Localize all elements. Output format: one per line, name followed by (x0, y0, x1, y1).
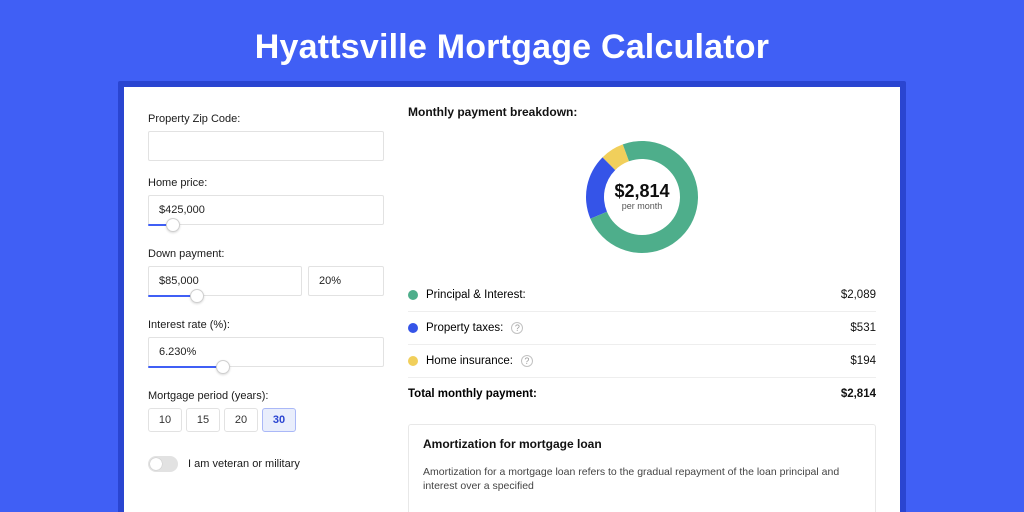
legend-label: Home insurance: (426, 355, 513, 367)
legend-swatch (408, 290, 418, 300)
interest-rate-slider[interactable] (148, 366, 384, 376)
down-payment-slider[interactable] (148, 295, 304, 305)
calculator-card: Property Zip Code: Home price: Down paym… (124, 87, 900, 512)
down-payment-pct-input[interactable] (308, 266, 384, 296)
breakdown-title: Monthly payment breakdown: (408, 105, 876, 119)
period-15-button[interactable]: 15 (186, 408, 220, 432)
interest-rate-label: Interest rate (%): (148, 319, 384, 331)
legend-label: Principal & Interest: (426, 289, 526, 301)
interest-rate-input[interactable] (148, 337, 384, 367)
amortization-title: Amortization for mortgage loan (423, 437, 861, 451)
zip-label: Property Zip Code: (148, 113, 384, 125)
legend-value: $531 (850, 322, 876, 334)
legend-value: $2,089 (841, 289, 876, 301)
donut-slice-1 (586, 157, 615, 218)
mortgage-period-label: Mortgage period (years): (148, 390, 384, 402)
legend-row: Property taxes: ? $531 (408, 312, 876, 345)
veteran-toggle[interactable] (148, 456, 178, 472)
donut-svg: $2,814 per month (578, 133, 706, 261)
legend-swatch (408, 323, 418, 333)
legend-row: Home insurance: ? $194 (408, 345, 876, 378)
donut-chart: $2,814 per month (408, 119, 876, 279)
form-panel: Property Zip Code: Home price: Down paym… (148, 105, 384, 512)
down-payment-input[interactable] (148, 266, 302, 296)
period-10-button[interactable]: 10 (148, 408, 182, 432)
breakdown-panel: Monthly payment breakdown: $2,814 per mo… (408, 105, 876, 512)
zip-input[interactable] (148, 131, 384, 161)
legend-list: Principal & Interest: $2,089 Property taxe… (408, 279, 876, 378)
total-value: $2,814 (841, 388, 876, 400)
period-30-button[interactable]: 30 (262, 408, 296, 432)
amortization-box: Amortization for mortgage loan Amortizat… (408, 424, 876, 512)
amortization-text: Amortization for a mortgage loan refers … (423, 465, 861, 493)
home-price-slider[interactable] (148, 224, 384, 234)
home-price-input[interactable] (148, 195, 384, 225)
total-label: Total monthly payment: (408, 388, 537, 400)
mortgage-period-group: 10 15 20 30 (148, 408, 384, 432)
veteran-label: I am veteran or military (188, 458, 300, 470)
calculator-outer: Property Zip Code: Home price: Down paym… (118, 81, 906, 512)
legend-row: Principal & Interest: $2,089 (408, 279, 876, 312)
page-title: Hyattsville Mortgage Calculator (0, 0, 1024, 81)
home-price-label: Home price: (148, 177, 384, 189)
total-row: Total monthly payment: $2,814 (408, 378, 876, 410)
down-payment-label: Down payment: (148, 248, 384, 260)
help-icon[interactable]: ? (511, 322, 523, 334)
legend-swatch (408, 356, 418, 366)
help-icon[interactable]: ? (521, 355, 533, 367)
donut-center-value: $2,814 (614, 181, 669, 201)
period-20-button[interactable]: 20 (224, 408, 258, 432)
legend-label: Property taxes: (426, 322, 503, 334)
legend-value: $194 (850, 355, 876, 367)
donut-center-sub: per month (622, 201, 663, 211)
